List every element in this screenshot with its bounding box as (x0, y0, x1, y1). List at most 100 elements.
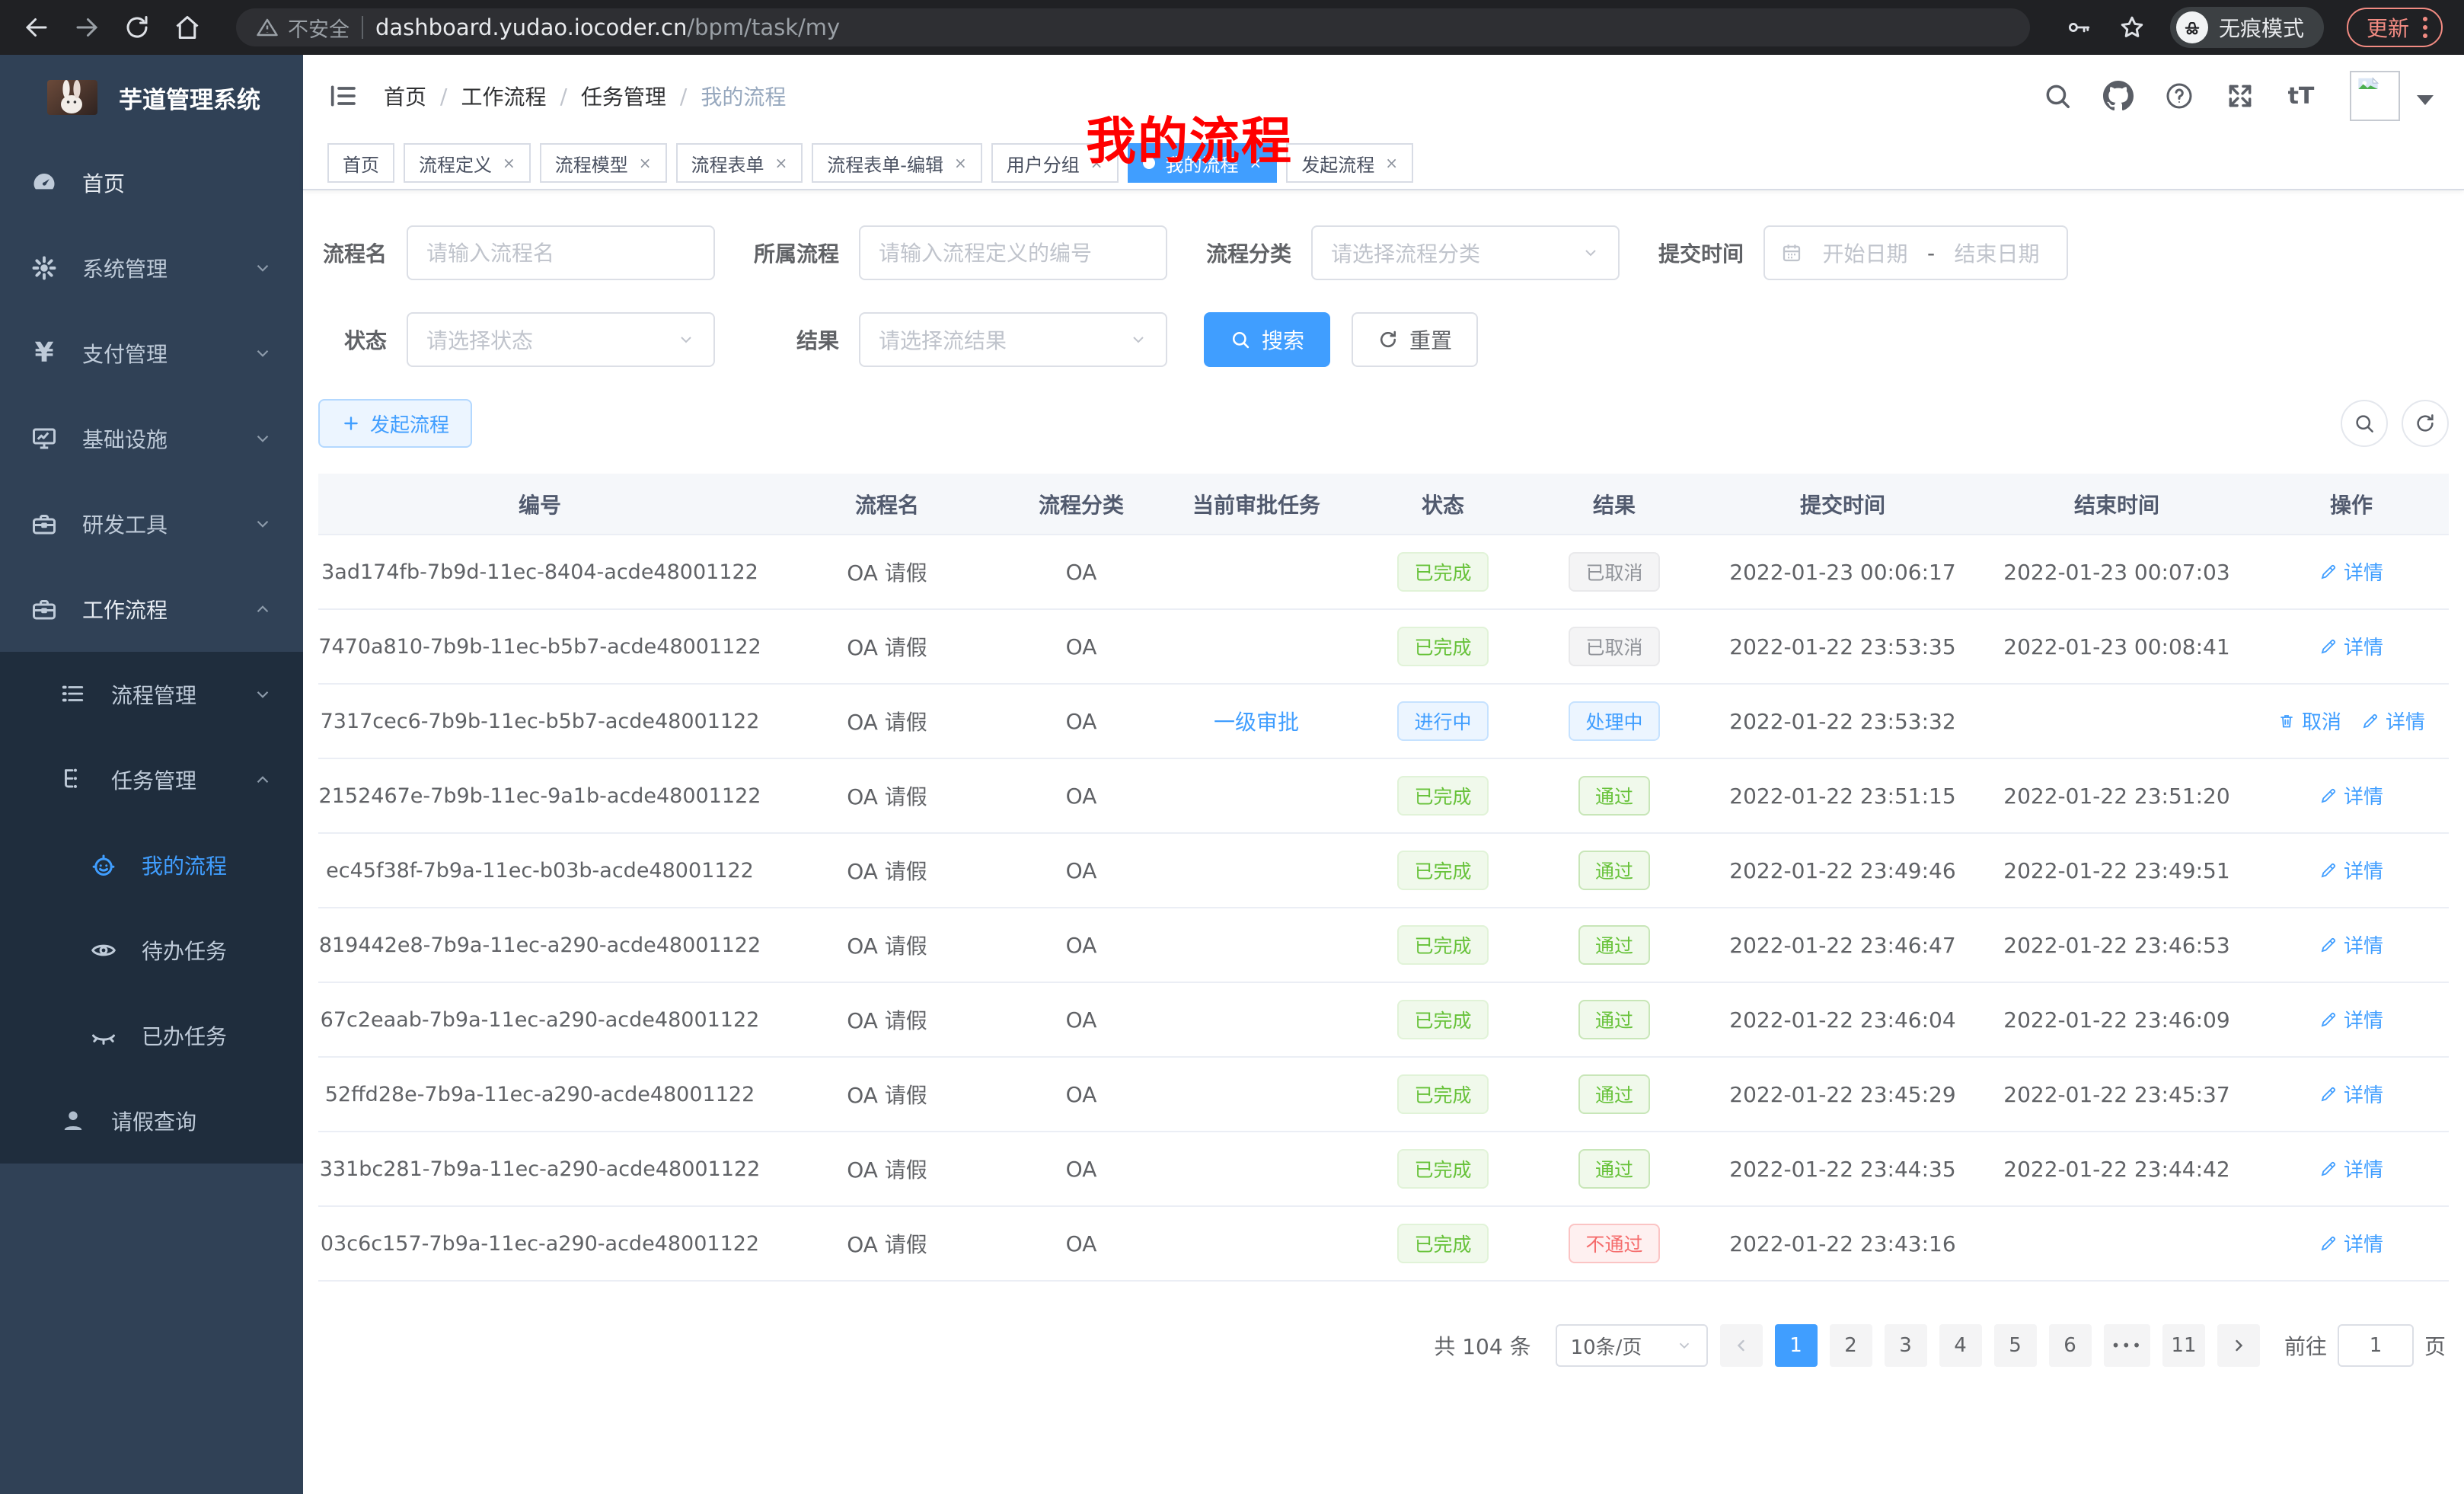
tab-home[interactable]: 首页 (327, 143, 394, 183)
sidebar-item-done-tasks[interactable]: 已办任务 (0, 993, 303, 1078)
page-size-select[interactable]: 10条/页 (1556, 1324, 1708, 1367)
category-select[interactable]: 请选择流程分类 (1311, 225, 1620, 280)
page-button-1[interactable]: 1 (1775, 1324, 1818, 1367)
sidebar-item-process-mgmt[interactable]: 流程管理 (0, 652, 303, 737)
app-logo-row[interactable]: 芋道管理系统 (0, 55, 303, 140)
sidebar-item-infrastructure[interactable]: 基础设施 (0, 396, 303, 481)
key-icon[interactable] (2063, 12, 2094, 43)
col-name: 流程名 (761, 474, 1013, 535)
incognito-badge: 无痕模式 (2170, 7, 2324, 48)
font-size-icon[interactable]: tT (2286, 81, 2316, 111)
goto-page-input[interactable] (2338, 1324, 2414, 1367)
pagination-total: 共 104 条 (1434, 1330, 1530, 1361)
status-badge: 已完成 (1397, 1149, 1488, 1189)
end-date-placeholder: 结束日期 (1942, 238, 2051, 268)
tab-start-process[interactable]: 发起流程× (1286, 143, 1413, 183)
tab-process-definition[interactable]: 流程定义× (404, 143, 531, 183)
table-row: 52ffd28e-7b9a-11ec-a290-acde48001122 OA … (318, 1057, 2449, 1132)
start-process-button[interactable]: 发起流程 (318, 399, 472, 448)
pagination: 共 104 条 10条/页 1 2 3 4 5 6 ••• 11 前往 页 (318, 1324, 2449, 1367)
detail-link[interactable]: 详情 (2319, 781, 2383, 809)
sidebar-item-task-mgmt[interactable]: 任务管理 (0, 737, 303, 822)
sidebar-item-home[interactable]: 首页 (0, 140, 303, 225)
page-button-11[interactable]: 11 (2162, 1324, 2205, 1367)
detail-link[interactable]: 详情 (2319, 931, 2383, 959)
close-icon[interactable]: × (954, 154, 967, 172)
result-badge: 通过 (1578, 851, 1650, 890)
page-button-6[interactable]: 6 (2049, 1324, 2092, 1367)
current-task-link[interactable]: 一级审批 (1214, 710, 1299, 735)
cancel-link[interactable]: 取消 (2277, 707, 2341, 735)
help-icon[interactable] (2164, 81, 2194, 111)
detail-link[interactable]: 详情 (2361, 707, 2425, 735)
close-icon[interactable]: × (775, 154, 788, 172)
detail-link[interactable]: 详情 (2319, 557, 2383, 586)
address-bar[interactable]: 不安全 dashboard.yudao.iocoder.cn/bpm/task/… (236, 8, 2030, 46)
close-icon[interactable]: × (1385, 154, 1398, 172)
tab-process-form-edit[interactable]: 流程表单-编辑× (812, 143, 981, 183)
filter-label-submit-time: 提交时间 (1656, 238, 1744, 268)
prev-page-button[interactable] (1720, 1324, 1763, 1367)
home-icon[interactable] (172, 12, 203, 43)
search-button[interactable]: 搜索 (1204, 312, 1330, 367)
status-badge: 已完成 (1397, 925, 1488, 965)
result-badge: 通过 (1578, 1149, 1650, 1189)
result-badge: 不通过 (1569, 1224, 1659, 1263)
sidebar-item-my-process[interactable]: 我的流程 (0, 822, 303, 908)
avatar-caret-icon[interactable] (2417, 95, 2434, 105)
forward-icon[interactable] (72, 12, 102, 43)
breadcrumb-home[interactable]: 首页 (384, 81, 426, 111)
detail-link[interactable]: 详情 (2319, 1229, 2383, 1257)
chevron-up-icon (253, 599, 273, 619)
result-select[interactable]: 请选择流结果 (859, 312, 1167, 367)
github-icon[interactable] (2103, 81, 2134, 111)
browser-menu-icon[interactable] (2423, 17, 2427, 38)
col-id: 编号 (318, 474, 761, 535)
toolbox-icon (30, 595, 58, 623)
page-button-3[interactable]: 3 (1885, 1324, 1927, 1367)
warning-triangle-icon (256, 16, 279, 39)
detail-link[interactable]: 详情 (2319, 632, 2383, 660)
page-button-5[interactable]: 5 (1994, 1324, 2037, 1367)
chevron-down-icon (253, 258, 273, 278)
search-icon[interactable] (2042, 81, 2073, 111)
toggle-search-icon[interactable] (2341, 400, 2388, 447)
page-button-2[interactable]: 2 (1830, 1324, 1872, 1367)
sidebar-item-leave-query[interactable]: 请假查询 (0, 1078, 303, 1164)
sidebar-item-system[interactable]: 系统管理 (0, 225, 303, 311)
tab-process-model[interactable]: 流程模型× (540, 143, 667, 183)
back-icon[interactable] (21, 12, 52, 43)
reset-button[interactable]: 重置 (1352, 312, 1478, 367)
breadcrumb-task-mgmt[interactable]: 任务管理 (581, 81, 666, 111)
process-name-input[interactable] (407, 225, 715, 280)
breadcrumb: 首页 / 工作流程 / 任务管理 / 我的流程 (384, 81, 786, 111)
reload-icon[interactable] (122, 12, 152, 43)
close-icon[interactable]: × (639, 154, 652, 172)
sidebar-item-todo-tasks[interactable]: 待办任务 (0, 908, 303, 993)
bookmark-star-icon[interactable] (2117, 12, 2147, 43)
hamburger-icon[interactable] (327, 81, 358, 111)
page-button-4[interactable]: 4 (1939, 1324, 1982, 1367)
browser-toolbar: 不安全 dashboard.yudao.iocoder.cn/bpm/task/… (0, 0, 2464, 55)
status-select[interactable]: 请选择状态 (407, 312, 715, 367)
close-icon[interactable]: × (503, 154, 515, 172)
avatar[interactable] (2350, 71, 2400, 121)
update-button[interactable]: 更新 (2347, 8, 2443, 47)
submit-time-range-picker[interactable]: 开始日期 - 结束日期 (1763, 225, 2068, 280)
result-badge: 已取消 (1569, 627, 1659, 666)
refresh-icon[interactable] (2402, 400, 2449, 447)
detail-link[interactable]: 详情 (2319, 1080, 2383, 1108)
sidebar-item-devtools[interactable]: 研发工具 (0, 481, 303, 567)
tab-process-form[interactable]: 流程表单× (676, 143, 803, 183)
process-def-input[interactable] (859, 225, 1167, 280)
next-page-button[interactable] (2217, 1324, 2260, 1367)
more-pages-button[interactable]: ••• (2104, 1324, 2150, 1367)
detail-link[interactable]: 详情 (2319, 1154, 2383, 1183)
sidebar-item-workflow[interactable]: 工作流程 (0, 567, 303, 652)
security-warning[interactable]: 不安全 (256, 13, 349, 43)
fullscreen-icon[interactable] (2225, 81, 2255, 111)
breadcrumb-workflow[interactable]: 工作流程 (461, 81, 546, 111)
detail-link[interactable]: 详情 (2319, 856, 2383, 884)
sidebar-item-payment[interactable]: ¥ 支付管理 (0, 311, 303, 396)
detail-link[interactable]: 详情 (2319, 1005, 2383, 1033)
